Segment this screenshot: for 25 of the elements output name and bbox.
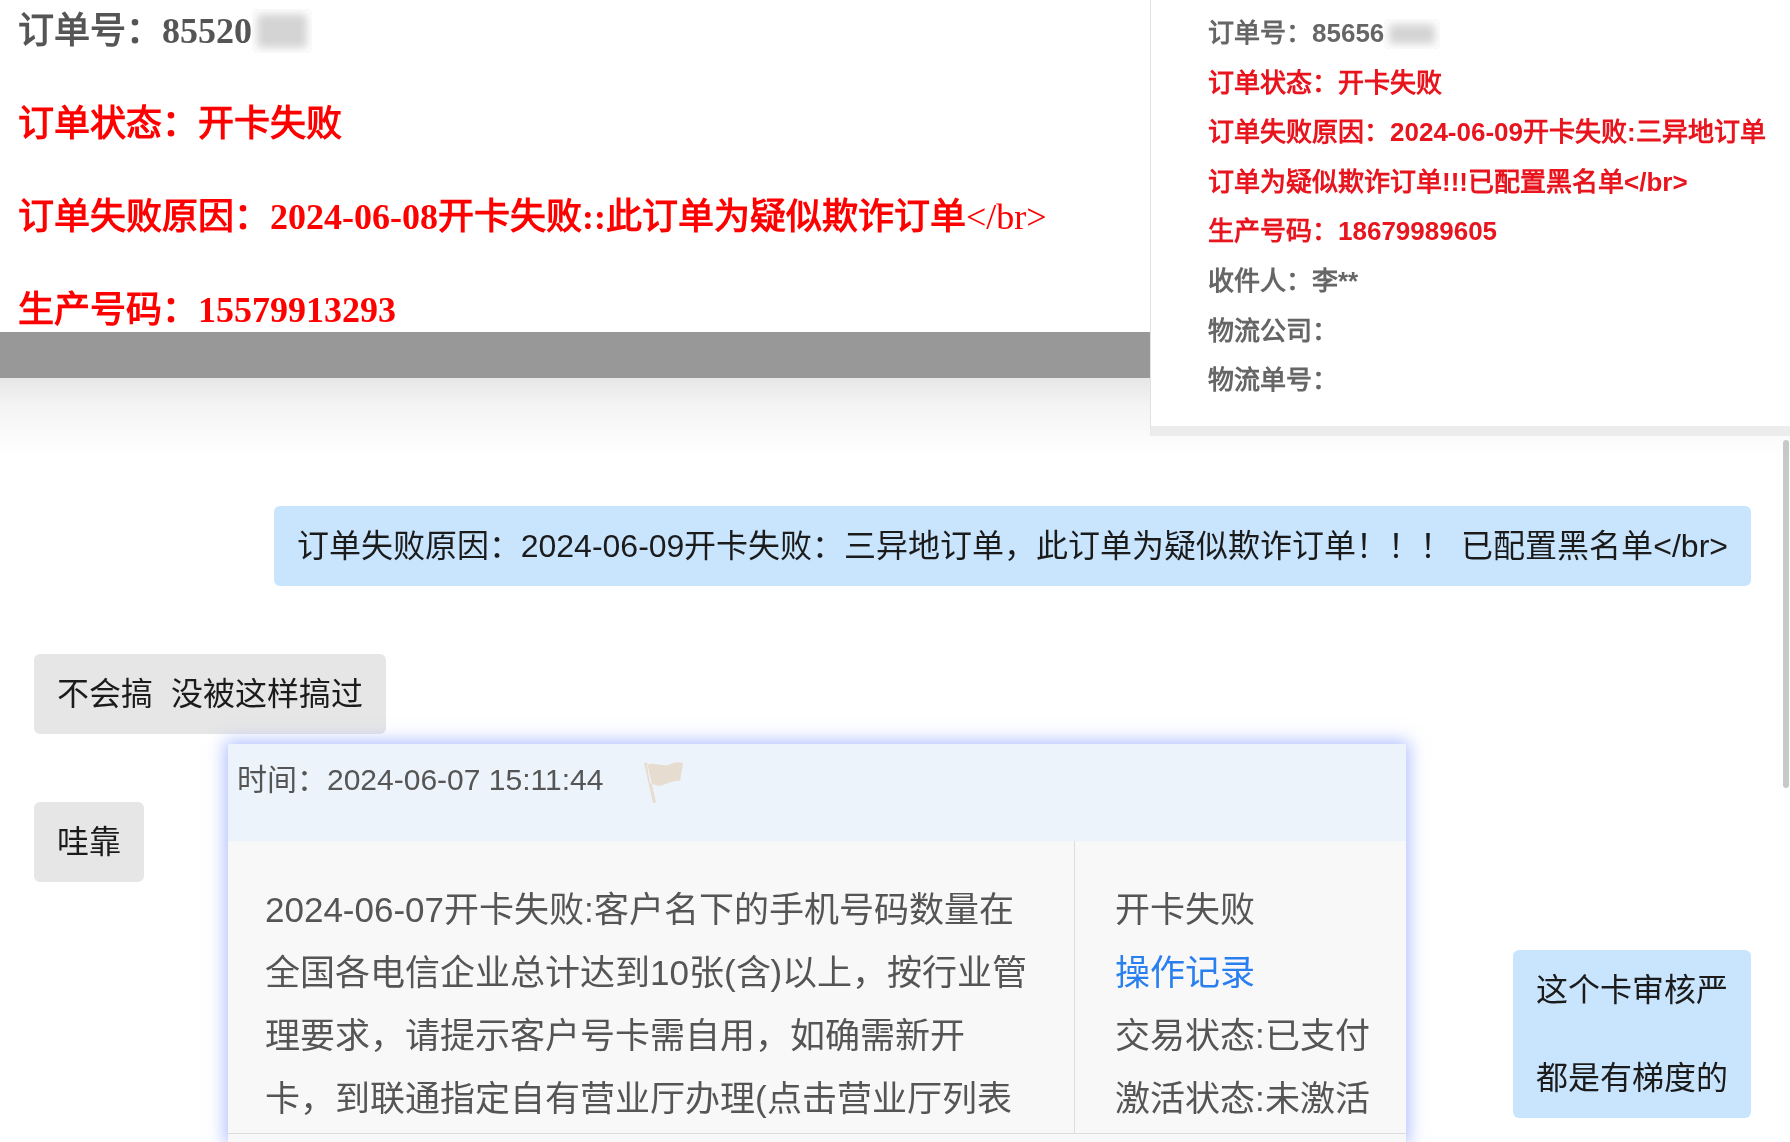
message-text: 这个卡审核严 (1536, 971, 1728, 1010)
order-field-text: 物流公司： (1208, 314, 1338, 348)
order-field-text: 收件人：李** (1208, 264, 1359, 298)
status-text: 激活状态:未激活 (1115, 1078, 1371, 1120)
scrollbar-thumb[interactable] (1783, 440, 1789, 788)
timestamp-text: 时间：2024-06-07 15:11:44 (237, 762, 604, 798)
order-field-text: 订单为疑似欺诈订单!!!已配置黑名单</br> (1208, 165, 1688, 199)
order-field-text: 订单状态：开卡失败 (18, 103, 342, 146)
order-field-text: 生产号码：15579913293 (18, 289, 396, 332)
order-field-text: 订单失败原因：2024-06-09开卡失败:三异地订单 (1208, 116, 1766, 150)
status-text: 开卡失败 (1115, 889, 1256, 931)
status-text: 交易状态:已支付 (1115, 1015, 1371, 1057)
order-field-text: 订单号：85520 (18, 10, 252, 53)
message-text: 订单失败原因：2024-06-09开卡失败：三异地订单，此订单为疑似欺诈订单！！！ 已配置黑名单</br> (296, 527, 1728, 566)
order-field-text: 订单状态：开卡失败 (1208, 66, 1442, 100)
message-text: 都是有梯度的 (1536, 1059, 1728, 1098)
order-field-text: 订单失败原因：2024-06-08开卡失败::此订单为疑似欺诈订单</br> (18, 196, 1047, 239)
flag-icon[interactable] (641, 759, 686, 805)
message-text: 哇靠 (57, 823, 121, 862)
message-text: 不会搞 没被这样搞过 (57, 675, 363, 714)
order-field-text: 生产号码：18679989605 (1208, 215, 1498, 249)
order-field-text: 物流单号： (1208, 364, 1338, 398)
record-link[interactable]: 操作记录 (1115, 941, 1406, 1004)
detail-text: 2024-06-07开卡失败:客户名下的手机号码数量在全国各电信企业总计达到10张(含)以上，按行业管理要求，请提示客户号卡需自用，如确需新开卡，到联通指定自有营业厅办理(点击营业厅列表 (265, 889, 1029, 1120)
order-field-text: 订单号：85656 (1208, 17, 1385, 50)
